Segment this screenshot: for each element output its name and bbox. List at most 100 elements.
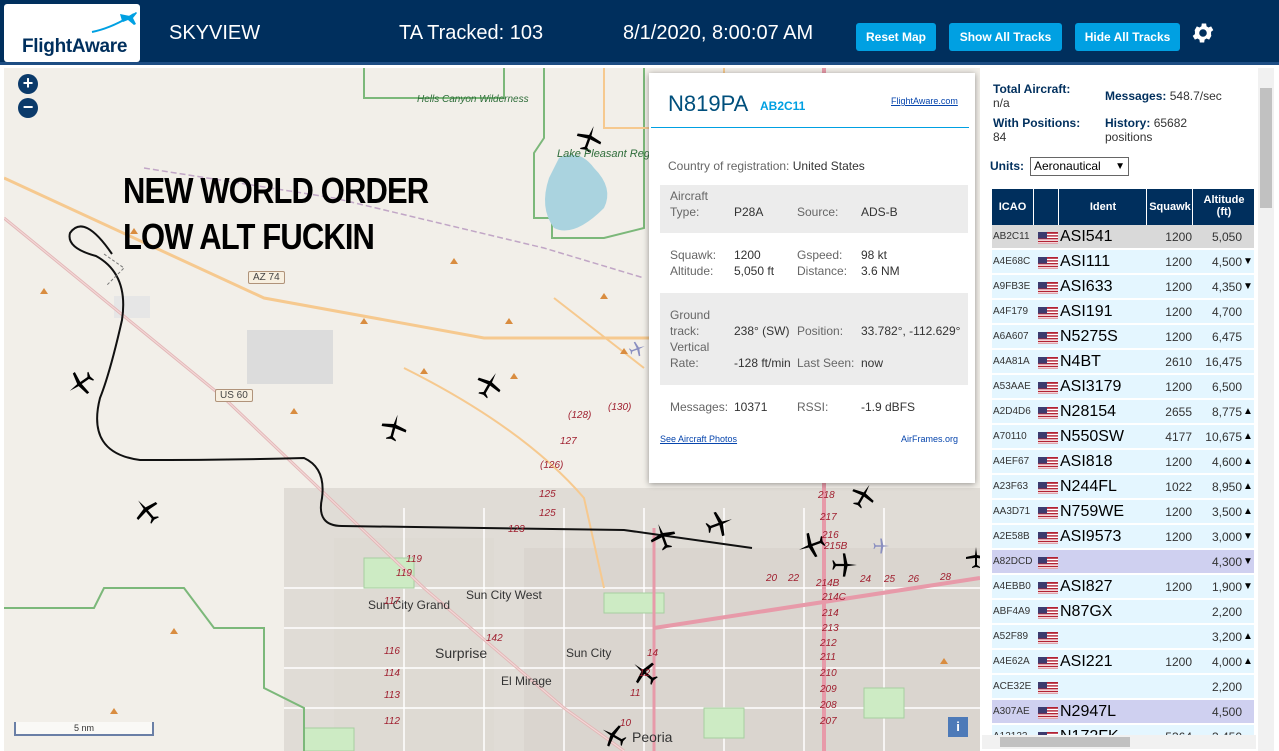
highway-number: 213 (822, 623, 839, 634)
column-header-altitude[interactable]: Altitude (ft) (1194, 189, 1254, 225)
aircraft-icon[interactable] (379, 413, 409, 443)
highway-number: 216 (822, 530, 839, 541)
units-select[interactable]: Aeronautical ▼ (1030, 157, 1129, 176)
cell-squawk: 1200 (1165, 255, 1192, 269)
table-row[interactable]: AB2C11 ASI541 1200 5,050 (992, 225, 1254, 249)
cell-squawk: 1022 (1165, 480, 1192, 494)
highway-number: 24 (860, 574, 872, 585)
highway-number: 26 (908, 574, 920, 585)
table-row[interactable]: AA3D71 N759WE 1200 3,500 ▲ (992, 500, 1254, 524)
aircraft-icon[interactable] (964, 546, 980, 570)
map-scale: 5 nm (14, 722, 154, 736)
us-flag-icon (1038, 707, 1058, 719)
aircraft-detail-popup: N819PA AB2C11 FlightAware.com Country of… (649, 73, 975, 483)
highway-number: 12 (639, 668, 651, 679)
cell-squawk: 1200 (1165, 505, 1192, 519)
aircraft-type-label1: Aircraft (670, 189, 709, 203)
column-header-ident[interactable]: Ident (1060, 189, 1147, 225)
highway-number: 11 (630, 688, 641, 699)
info-icon[interactable]: i (948, 717, 968, 737)
popup-ident: N819PA (668, 91, 749, 116)
altitude-trend-icon (1242, 350, 1254, 374)
history-label: History: (1105, 116, 1151, 130)
highway-number: 209 (820, 684, 837, 695)
table-row[interactable]: A23F63 N244FL 1022 8,950 ▲ (992, 475, 1254, 499)
total-aircraft-label: Total Aircraft: (993, 82, 1071, 96)
aircraft-type-value: P28A (734, 205, 764, 219)
zoom-in-button[interactable]: + (18, 74, 38, 94)
cell-flag (1036, 600, 1058, 624)
airframes-link[interactable]: AirFrames.org (901, 434, 958, 444)
table-row[interactable]: A4E68C ASI111 1200 4,500 ▼ (992, 250, 1254, 274)
history-unit: positions (1105, 130, 1153, 144)
us-flag-icon (1038, 332, 1058, 344)
cell-icao: A52F89 (993, 631, 1029, 642)
squawk-value: 1200 (734, 248, 761, 262)
hide-all-tracks-button[interactable]: Hide All Tracks (1075, 23, 1180, 51)
table-row[interactable]: A70110 N550SW 4177 10,675 ▲ (992, 425, 1254, 449)
aircraft-icon[interactable] (648, 522, 678, 552)
altitude-trend-icon: ▲ (1243, 456, 1253, 467)
column-header-squawk[interactable]: Squawk (1148, 189, 1193, 225)
flightaware-logo[interactable]: FlightAware (4, 4, 140, 62)
scrollbar-thumb[interactable] (1260, 88, 1272, 208)
horizontal-scrollbar-thumb[interactable] (1000, 737, 1130, 747)
aircraft-icon[interactable] (704, 509, 734, 539)
table-row[interactable]: A52F89 3,200 ▲ (992, 625, 1254, 649)
logo-text: FlightAware (22, 36, 128, 57)
sidebar-horizontal-scrollbar[interactable] (982, 735, 1256, 749)
table-row[interactable]: A4EBB0 ASI827 1200 1,900 ▼ (992, 575, 1254, 599)
flightaware-link[interactable]: FlightAware.com (891, 96, 958, 106)
ground-track-label2: track: (670, 324, 700, 338)
cell-icao: A4E62A (993, 656, 1030, 667)
table-row[interactable]: A307AE N2947L 4,500 (992, 700, 1254, 724)
highway-number: 123 (508, 524, 525, 535)
with-positions-stat: With Positions: 84 (993, 116, 1080, 144)
table-row[interactable]: A6A607 N5275S 1200 6,475 (992, 325, 1254, 349)
us-flag-icon (1038, 357, 1058, 369)
cell-ident: N5275S (1060, 328, 1118, 345)
aircraft-icon[interactable] (830, 551, 858, 579)
aircraft-icon[interactable] (474, 370, 504, 400)
airport-icon (628, 341, 645, 357)
altitude-trend-icon: ▲ (1243, 481, 1253, 492)
country-value: United States (792, 159, 865, 173)
aircraft-icon[interactable] (66, 368, 96, 398)
aircraft-type-label2: Type: (670, 205, 700, 219)
table-row[interactable]: ABF4A9 N87GX 2,200 (992, 600, 1254, 624)
column-header-flag[interactable] (1035, 189, 1059, 225)
altitude-label: Altitude: (670, 264, 714, 278)
chevron-down-icon: ▼ (1115, 161, 1125, 172)
zoom-out-button[interactable]: − (18, 98, 38, 118)
cell-flag (1036, 400, 1058, 424)
table-row[interactable]: A4EF67 ASI818 1200 4,600 ▲ (992, 450, 1254, 474)
table-row[interactable]: ACE32E 2,200 (992, 675, 1254, 699)
table-row[interactable]: A4F179 ASI191 1200 4,700 (992, 300, 1254, 324)
cell-squawk: 1200 (1165, 305, 1192, 319)
table-row[interactable]: A4A81A N4BT 2610 16,475 (992, 350, 1254, 374)
us-flag-icon (1038, 582, 1058, 594)
reset-map-button[interactable]: Reset Map (856, 23, 936, 51)
table-row[interactable]: A2D4D6 N28154 2655 8,775 ▲ (992, 400, 1254, 424)
aircraft-icon[interactable] (849, 482, 877, 510)
table-row[interactable]: A2E58B ASI9573 1200 3,000 ▼ (992, 525, 1254, 549)
aircraft-icon[interactable] (132, 496, 162, 526)
gear-icon[interactable] (1190, 20, 1216, 46)
table-row[interactable]: A53AAE ASI3179 1200 6,500 (992, 375, 1254, 399)
show-all-tracks-button[interactable]: Show All Tracks (949, 23, 1062, 51)
overlay-text-line1: NEW WORLD ORDER (123, 170, 429, 211)
gspeed-label: Gspeed: (797, 248, 843, 262)
table-row[interactable]: A9FB3E ASI633 1200 4,350 ▼ (992, 275, 1254, 299)
sidebar-scrollbar[interactable] (1258, 68, 1274, 751)
history-stat: History: 65682 positions (1105, 116, 1187, 144)
us-flag-icon (1038, 307, 1058, 319)
highway-number: 214 (822, 608, 839, 619)
highway-number: 214C (822, 592, 846, 603)
highway-number: 125 (539, 489, 556, 500)
cell-squawk: 1200 (1165, 380, 1192, 394)
table-row[interactable]: A4E62A ASI221 1200 4,000 ▲ (992, 650, 1254, 674)
aircraft-photos-link[interactable]: See Aircraft Photos (660, 434, 737, 444)
column-header-icao[interactable]: ICAO (992, 189, 1034, 225)
table-row[interactable]: A82DCD 4,300 ▼ (992, 550, 1254, 574)
overlay-text-line2: LOW ALT FUCKIN (123, 216, 375, 257)
